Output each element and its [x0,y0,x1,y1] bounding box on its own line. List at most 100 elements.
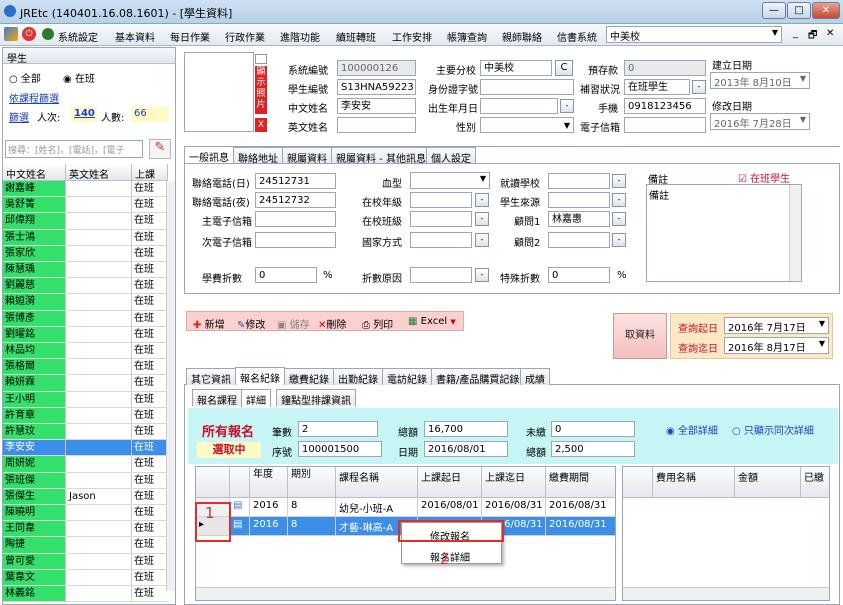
school-class-field[interactable] [410,211,472,227]
stu-no-field[interactable]: S13HNA59223 [337,79,416,95]
print-button[interactable]: ⎙ 列印 [362,316,393,331]
list-item[interactable]: 張士鴻 在班 [3,229,168,246]
tab-personal[interactable]: 個人設定 [426,147,476,165]
mdi-minimize-button[interactable]: _ [793,28,798,39]
app-menu-icon[interactable] [4,27,18,41]
query-start-date[interactable]: 2016年 7月17日 ▼ [724,317,829,334]
list-item[interactable]: 陳曉明 在班 [3,505,168,522]
tab-enroll-records[interactable]: 報名紀錄 [235,367,285,385]
menu-item-system[interactable]: 系統設定 [58,29,98,44]
email-main-field[interactable] [255,211,336,227]
add-button[interactable]: ✚ 新增 [193,316,225,331]
blood-select[interactable]: ▼ [410,172,490,189]
list-item[interactable]: 周妍妮 在班 [3,456,168,473]
menu-item-basic[interactable]: 基本資料 [115,29,155,44]
grade-button[interactable]: - [475,193,489,207]
tab-relatives[interactable]: 親屬資料 [282,147,332,165]
advisor2-field[interactable] [548,232,610,248]
list-item[interactable]: 張傑生 Jason 在班 [3,488,168,505]
minimize-button[interactable]: — [762,2,786,19]
special-disc-field[interactable]: 0 [548,267,610,283]
col-header-cn[interactable]: 中文姓名 [3,164,66,181]
radio-same-detail[interactable]: ○ 只顯示同次詳細 [732,422,814,437]
list-item[interactable]: 葉韋文 在班 [3,569,168,586]
en-name-field[interactable] [337,117,416,133]
advisor1-button[interactable]: - [612,212,626,226]
col-header-term[interactable]: 期別 [288,467,336,498]
filter-by-course-link[interactable]: 依課程篩選 [9,90,59,105]
menu-item-daily[interactable]: 每日作業 [170,29,210,44]
tab-relatives-other[interactable]: 親屬資料 - 其他訊息 [331,147,431,165]
list-item[interactable]: 陶捷 在班 [3,537,168,554]
birth-button[interactable]: - [560,99,574,113]
list-item[interactable]: 張班傑 在班 [3,472,168,489]
list-item[interactable]: 曾可愛 在班 [3,553,168,570]
photo-checkbox[interactable] [255,54,267,64]
email-sub-field[interactable] [255,232,336,248]
list-item[interactable]: 賴妍霖 在班 [3,375,168,392]
table-row[interactable]: ▤ 2016 8 幼兒-小班-A 2016/08/01 2016/08/31 2… [196,498,615,517]
country-button[interactable]: - [475,233,489,247]
tab-other-info[interactable]: 其它資訊 [186,368,236,386]
mdi-restore-button[interactable]: 🗗 [808,28,817,45]
disc-reason-button[interactable]: - [475,268,489,282]
grid-hscrollbar[interactable] [196,587,615,600]
list-item[interactable]: 李安安 在班 [3,440,168,457]
list-item[interactable]: 張格爾 在班 [3,359,168,376]
note-scrollbar[interactable] [789,185,801,281]
tab-general[interactable]: 一般訊息 [184,146,234,164]
tab-call-records[interactable]: 電訪紀錄 [382,368,432,386]
radio-all[interactable]: ○ 全部 [9,70,41,85]
tab-grades[interactable]: 成績 [520,368,550,386]
excel-button[interactable]: ▦ Excel ▼ [408,316,456,327]
delete-button[interactable]: ✕刪除 [318,316,346,331]
radio-all-detail[interactable]: ◉ 全部詳細 [666,422,718,437]
radio-active[interactable]: ◉ 在班 [63,70,95,85]
advisor1-field[interactable]: 林嘉惠 [548,211,610,227]
col-header-status[interactable]: 上課 [132,164,168,181]
birth-field[interactable] [480,98,558,114]
active-student-check[interactable]: ☑ 在班學生 [738,170,790,185]
tab-detail[interactable]: 詳細 [241,389,271,407]
show-photo-button[interactable]: 顯示照片 [255,66,267,114]
menu-item-mail[interactable]: 信書系統 [557,29,597,44]
tel-night-field[interactable]: 24512732 [255,192,336,208]
list-item[interactable]: 王同韋 在班 [3,521,168,538]
branch-field[interactable]: 中美校 [480,60,552,76]
col-header-year[interactable]: 年度 [250,467,288,498]
fee-grid-hscrollbar[interactable] [623,587,829,600]
country-field[interactable] [410,232,472,248]
menu-item-accounts[interactable]: 帳簿查詢 [447,29,487,44]
edit-button[interactable]: ✎修改 [237,316,265,331]
col-header-course[interactable]: 課程名稱 [336,467,418,498]
gender-select[interactable]: ▼ [480,117,574,133]
left-scrollbar[interactable] [166,181,175,591]
mobile-field[interactable]: 0918123456 [624,98,706,114]
menu-item-transfer[interactable]: 續班轉班 [336,29,376,44]
photo-box[interactable] [184,52,254,132]
list-item[interactable]: 王小明 在班 [3,391,168,408]
col-header-en[interactable]: 英文姓名 [66,164,132,181]
list-item[interactable]: 謝嘉峰 在班 [3,181,168,198]
note-textarea[interactable]: 備註 [646,184,802,282]
list-item[interactable]: 陳慧瑀 在班 [3,262,168,279]
cn-name-field[interactable]: 李安安 [337,98,416,114]
tab-attendance-records[interactable]: 出勤紀錄 [333,368,383,386]
list-item[interactable]: 張家欣 在班 [3,245,168,262]
delete-photo-button[interactable]: X [255,118,267,132]
tab-enroll-course[interactable]: 報名課程 [192,389,242,407]
context-enroll-detail[interactable]: 報名詳細 [430,549,470,564]
list-item[interactable]: 張博彥 在班 [3,310,168,327]
class-status-button[interactable]: - [692,80,706,94]
tab-hourly-schedule[interactable]: 鐘點型排課資訊 [276,389,356,407]
search-input[interactable]: 搜尋：[姓名]，[電話]，[電子 [5,140,143,158]
tab-payment-records[interactable]: 繳費紀錄 [284,368,334,386]
tab-address[interactable]: 聯絡地址 [233,147,283,165]
list-item[interactable]: 吳舒菁 在班 [3,197,168,214]
tel-day-field[interactable]: 24512731 [255,173,336,189]
col-header-amount[interactable]: 金額 [735,467,801,498]
source-field[interactable] [548,192,610,208]
clear-search-icon[interactable]: ✎ [149,139,171,159]
list-item[interactable]: 賴姮漪 在班 [3,294,168,311]
filter-link[interactable]: 篩選 [9,109,29,124]
